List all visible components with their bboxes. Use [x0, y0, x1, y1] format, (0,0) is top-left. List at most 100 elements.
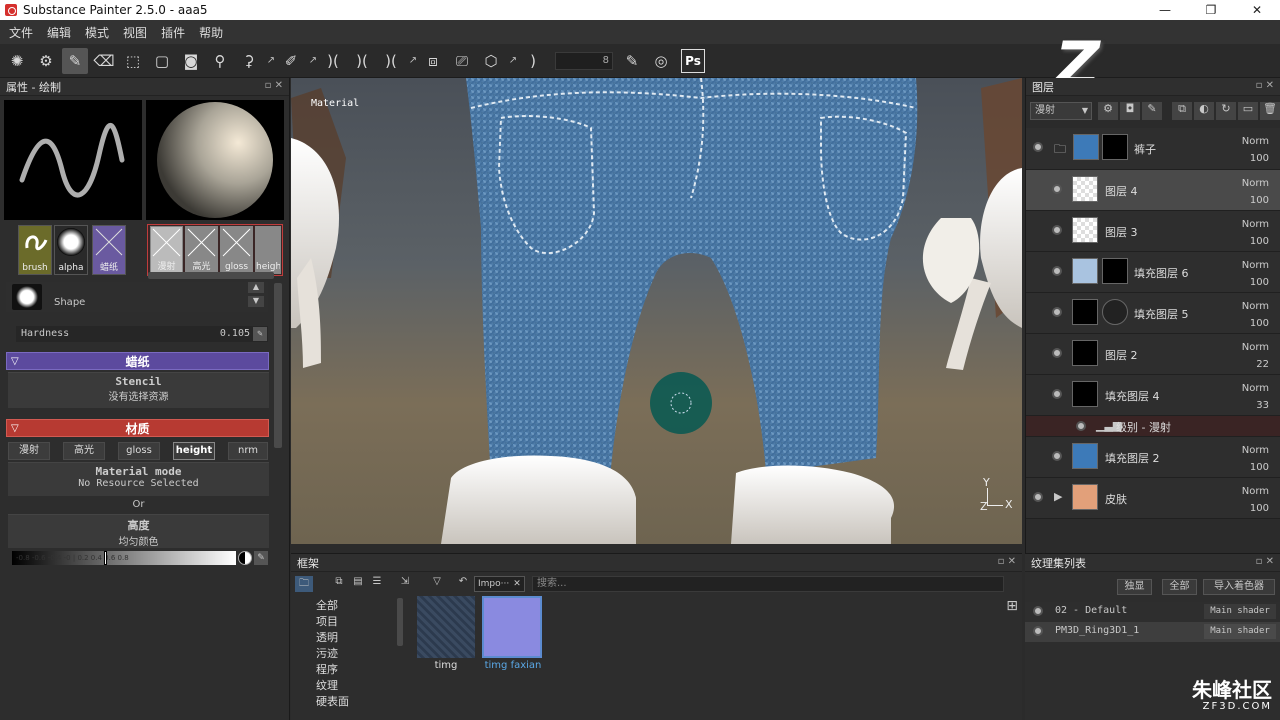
menu-edit[interactable]: 编辑: [47, 24, 71, 41]
clone-icon[interactable]: ⚲: [207, 48, 233, 74]
texture-set-row[interactable]: 02 - Default Main shader: [1025, 602, 1280, 622]
eraser-icon[interactable]: ⌫: [91, 48, 117, 74]
menu-help[interactable]: 帮助: [199, 24, 223, 41]
material-gloss-button[interactable]: gloss: [118, 442, 160, 460]
delete-icon[interactable]: 🗑: [1260, 102, 1280, 120]
paint-icon[interactable]: ✎: [1142, 102, 1162, 120]
visibility-eye-icon[interactable]: [1033, 142, 1043, 152]
category-item-alpha[interactable]: 透明: [295, 630, 395, 646]
curve-icon[interactable]: ): [520, 48, 546, 74]
channel-gloss[interactable]: gloss: [220, 226, 253, 274]
height-gradient-slider[interactable]: -0.8 -0.6 -0.4 -0 | 0.2 0.4 0.6 0.8: [12, 551, 236, 565]
category-item-hard-surface[interactable]: 硬表面: [295, 694, 395, 710]
mirror-z-icon[interactable]: )(: [378, 48, 404, 74]
color-picker-icon[interactable]: ✐: [278, 48, 304, 74]
settings-icon[interactable]: ⚙: [33, 48, 59, 74]
3d-viewport[interactable]: Material Y X Z: [291, 78, 1022, 544]
visibility-eye-icon[interactable]: [1033, 492, 1043, 502]
material-normal-button[interactable]: nrm: [228, 442, 268, 460]
layer-row-layer-4[interactable]: 图层 4 Norm 100: [1026, 170, 1280, 211]
visibility-eye-icon[interactable]: [1033, 606, 1043, 616]
layer-row-fill-5[interactable]: 填充图层 5 Norm 100: [1026, 293, 1280, 334]
category-item-procedural[interactable]: 程序: [295, 662, 395, 678]
panel-float-icon[interactable]: ▫ ✕: [1256, 556, 1274, 567]
polygon-fill-icon[interactable]: ▢: [149, 48, 175, 74]
new-folder-icon[interactable]: ⧉: [331, 576, 347, 592]
menu-file[interactable]: 文件: [9, 24, 33, 41]
shelf-item-timg-thumb[interactable]: [417, 596, 475, 658]
shader-dropdown[interactable]: Main shader: [1204, 624, 1276, 639]
material-specular-button[interactable]: 高光: [63, 442, 105, 460]
smudge-icon[interactable]: ◙: [178, 48, 204, 74]
close-button[interactable]: ✕: [1234, 0, 1280, 20]
menu-plugins[interactable]: 插件: [161, 24, 185, 41]
menu-mode[interactable]: 模式: [85, 24, 109, 41]
hardness-edit-icon[interactable]: ✎: [253, 327, 267, 341]
layer-row-folder-pants[interactable]: 🗀 裤子 Norm 100: [1026, 128, 1280, 170]
screenshot-icon[interactable]: ◎: [648, 48, 674, 74]
camera-video-icon[interactable]: ⎚: [449, 48, 475, 74]
filter-icon[interactable]: ▽: [429, 576, 445, 592]
visibility-eye-icon[interactable]: [1052, 225, 1062, 235]
photoshop-export-button[interactable]: Ps: [681, 48, 705, 73]
layer-row-fill-4[interactable]: 填充图层 4 Norm 33: [1026, 375, 1280, 416]
panel-float-icon[interactable]: ▫ ✕: [998, 556, 1016, 567]
texture-set-row[interactable]: PM3D_Ring3D1_1 Main shader: [1025, 622, 1280, 642]
import-shader-button[interactable]: 导入着色器: [1203, 579, 1275, 595]
value-slot[interactable]: 8: [555, 51, 613, 70]
panel-float-icon[interactable]: ▫ ✕: [1256, 80, 1274, 91]
shape-thumbnail[interactable]: [12, 284, 42, 310]
mirror-x-icon[interactable]: )(: [320, 48, 346, 74]
layer-row-folder-skin[interactable]: ▶ 皮肤 Norm 100: [1026, 478, 1280, 519]
shader-dropdown[interactable]: Main shader: [1204, 604, 1276, 619]
alpha-swatch[interactable]: alpha: [54, 225, 88, 275]
layer-row-fill-2[interactable]: 填充图层 2 Norm 100: [1026, 437, 1280, 478]
shelf-item-timg-faxian-thumb[interactable]: [482, 596, 542, 658]
list-icon[interactable]: ☰: [369, 576, 385, 592]
color-edit-icon[interactable]: ✎: [254, 551, 268, 565]
stencil-swatch[interactable]: 蜡纸: [92, 225, 126, 275]
height-color-box[interactable]: 高度 均匀颜色: [8, 514, 269, 548]
category-item-project[interactable]: 项目: [295, 614, 395, 630]
folder-icon[interactable]: ▭: [1238, 102, 1258, 120]
grid-view-icon[interactable]: ⊞: [1006, 598, 1018, 614]
close-icon[interactable]: ✕: [513, 577, 521, 591]
add-mask-icon[interactable]: ◘: [1120, 102, 1140, 120]
add-effect-icon[interactable]: ⚙: [1098, 102, 1118, 120]
category-item-all[interactable]: 全部: [295, 598, 395, 614]
camera-cube-icon[interactable]: ⧈: [420, 48, 446, 74]
solo-button[interactable]: 独显: [1117, 579, 1152, 595]
properties-scrollbar[interactable]: [274, 283, 282, 448]
expand-icon[interactable]: ↗: [407, 48, 419, 74]
material-height-button[interactable]: height: [173, 442, 215, 460]
menu-view[interactable]: 视图: [123, 24, 147, 41]
layer-row-fill-6[interactable]: 填充图层 6 Norm 100: [1026, 252, 1280, 293]
channel-diffuse[interactable]: 漫射: [150, 226, 183, 274]
layer-row-layer-2[interactable]: 图层 2 Norm 22: [1026, 334, 1280, 375]
stencil-resource-box[interactable]: Stencil 没有选择资源: [8, 372, 269, 408]
category-item-grunge[interactable]: 污迹: [295, 646, 395, 662]
slider-handle[interactable]: [104, 551, 107, 565]
picker-icon[interactable]: ⚳: [236, 48, 262, 74]
cube-icon[interactable]: ⬡: [478, 48, 504, 74]
visibility-eye-icon[interactable]: [1033, 626, 1043, 636]
expand-icon[interactable]: ↗: [265, 48, 277, 74]
shape-down-arrow-icon[interactable]: ▼: [248, 296, 264, 307]
minimize-button[interactable]: —: [1142, 0, 1188, 20]
folder-expand-icon[interactable]: ▶: [1054, 490, 1062, 503]
material-mode-box[interactable]: Material mode No Resource Selected: [8, 462, 269, 496]
panel-float-icon[interactable]: ▫ ✕: [265, 80, 283, 91]
restore-button[interactable]: ❐: [1188, 0, 1234, 20]
channel-height[interactable]: height: [255, 226, 281, 274]
expand-icon[interactable]: ↗: [507, 48, 519, 74]
mirror-y-icon[interactable]: )(: [349, 48, 375, 74]
visibility-eye-icon[interactable]: [1076, 421, 1086, 431]
brush-swatch[interactable]: brush: [18, 225, 52, 275]
visibility-eye-icon[interactable]: [1052, 266, 1062, 276]
hardness-slider[interactable]: Hardness 0.105 ✎: [16, 326, 268, 342]
swatch-scrollbar[interactable]: [148, 272, 274, 279]
add-fill-layer-icon[interactable]: ◐: [1194, 102, 1214, 120]
shape-up-arrow-icon[interactable]: ▲: [248, 282, 264, 293]
channel-specular[interactable]: 高光: [185, 226, 218, 274]
visibility-eye-icon[interactable]: [1052, 389, 1062, 399]
